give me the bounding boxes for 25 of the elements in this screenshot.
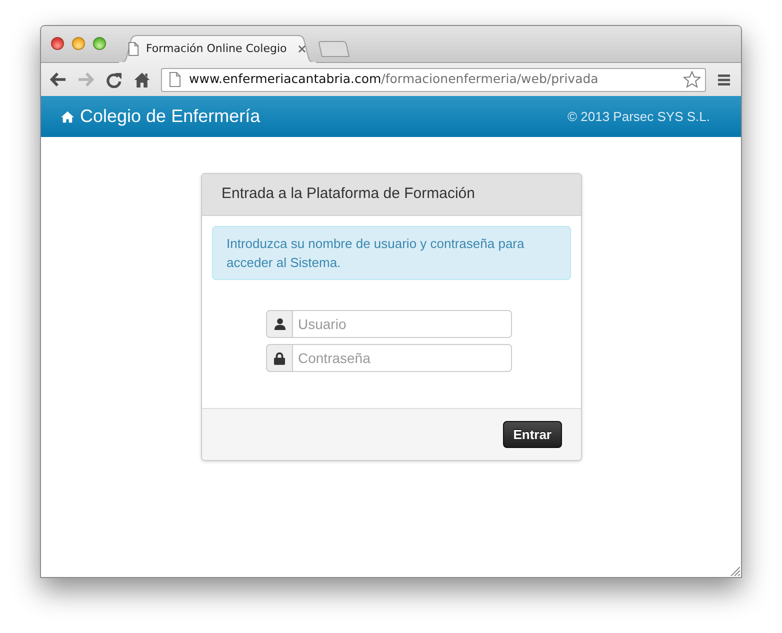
window-minimize-icon[interactable] [72, 37, 85, 50]
address-bar[interactable]: www.enfermeriacantabria.com/formacionenfermeria/web/privada [161, 68, 706, 92]
copyright-text: © 2013 Parsec SYS S.L. [567, 108, 710, 126]
username-field[interactable]: Usuario [293, 310, 512, 338]
star-icon[interactable] [683, 71, 701, 88]
reload-icon [106, 72, 122, 88]
home-icon [134, 72, 150, 88]
home-icon [61, 110, 74, 122]
person-icon [274, 318, 286, 330]
close-icon[interactable] [298, 45, 306, 53]
arrow-left-icon [50, 72, 66, 87]
password-field[interactable]: Contraseña [293, 344, 512, 372]
brand-link[interactable]: Colegio de Enfermería [61, 103, 260, 130]
info-alert: Introduzca su nombre de usuario y contraseña para acceder al Sistema. [212, 226, 570, 280]
menu-icon[interactable] [718, 74, 730, 86]
window-zoom-icon[interactable] [93, 37, 106, 50]
page-icon [128, 42, 139, 56]
page-icon [169, 72, 181, 87]
submit-button[interactable]: Entrar [503, 421, 562, 448]
browser-tab[interactable]: Formación Online Colegio [118, 35, 317, 63]
arrow-right-icon [78, 72, 94, 87]
resize-grip-icon[interactable] [730, 566, 740, 576]
padlock-icon [274, 352, 285, 364]
panel-heading: Entrada a la Plataforma de Formación [202, 174, 580, 216]
window-close-icon[interactable] [51, 37, 64, 50]
